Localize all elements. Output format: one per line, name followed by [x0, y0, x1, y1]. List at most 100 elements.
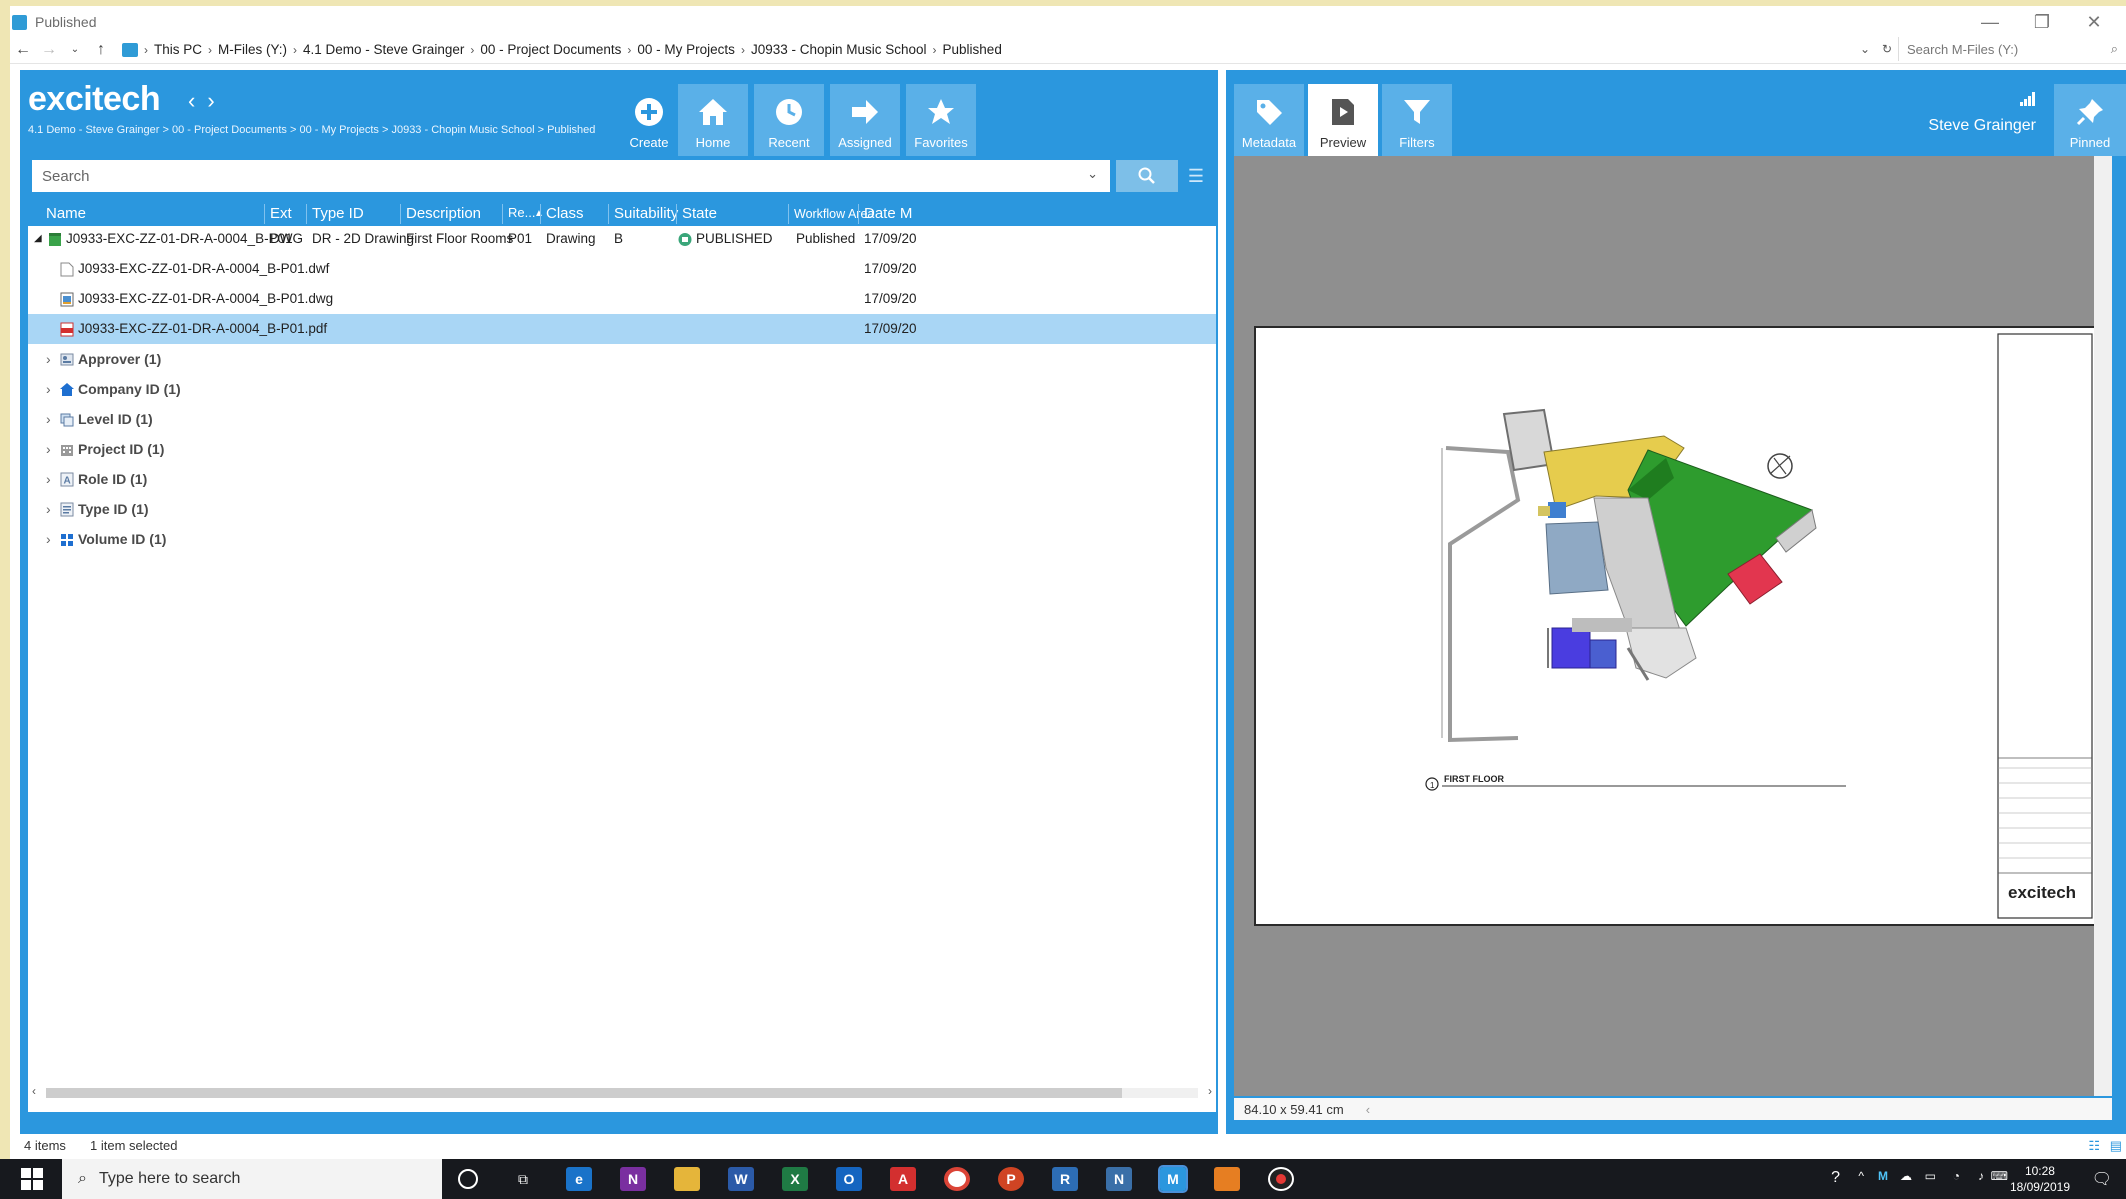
favorites-button[interactable]: Favorites — [906, 84, 976, 156]
breadcrumb[interactable]: › This PC › M-Files (Y:) › 4.1 Demo - St… — [118, 37, 1838, 63]
recent-locations-button[interactable]: ⌄ — [62, 37, 88, 63]
chrome-icon[interactable] — [944, 1167, 970, 1191]
forward-button[interactable]: → — [36, 37, 62, 63]
revit-icon[interactable]: R — [1052, 1167, 1078, 1191]
file-row-selected[interactable]: J0933-EXC-ZZ-01-DR-A-0004_B-P01.pdf 17/0… — [28, 314, 1216, 344]
mfiles-tray-icon[interactable]: M — [1878, 1169, 1888, 1183]
search-button[interactable] — [1116, 160, 1178, 192]
volume-icon[interactable]: ♪ — [1978, 1169, 1984, 1183]
column-date-modified[interactable]: Date M — [864, 205, 912, 222]
create-button[interactable]: Create — [614, 84, 684, 156]
expand-icon[interactable]: › — [46, 381, 51, 397]
edge-icon[interactable]: e — [566, 1167, 592, 1191]
address-dropdown-button[interactable]: ⌄ — [1854, 36, 1876, 62]
column-suitability[interactable]: Suitability — [614, 205, 678, 222]
back-button[interactable]: ← — [10, 37, 36, 63]
preview-tab[interactable]: Preview — [1308, 84, 1378, 156]
column-state[interactable]: State — [682, 205, 717, 222]
up-button[interactable]: ↑ — [88, 37, 114, 63]
breadcrumb-item[interactable]: This PC — [148, 42, 208, 57]
onenote-icon[interactable]: N — [620, 1167, 646, 1191]
file-explorer-icon[interactable] — [674, 1167, 700, 1191]
history-forward-icon[interactable]: › — [207, 88, 214, 114]
scroll-right-icon[interactable]: › — [1208, 1084, 1212, 1098]
preview-scroll-left-icon[interactable]: ‹ — [1366, 1102, 1370, 1117]
taskbar-search-input[interactable]: ⌕ Type here to search — [62, 1159, 442, 1199]
clock[interactable]: 10:28 18/09/2019 — [2010, 1163, 2070, 1195]
file-row[interactable]: J0933-EXC-ZZ-01-DR-A-0004_B-P01.dwf 17/0… — [28, 254, 1216, 284]
record-icon[interactable] — [1268, 1167, 1294, 1191]
group-project-id[interactable]: › Project ID (1) — [28, 434, 428, 464]
explorer-search-input[interactable]: Search M-Files (Y:) ⌕ — [1898, 37, 2126, 61]
cortana-icon[interactable] — [458, 1169, 478, 1189]
expand-icon[interactable]: › — [46, 351, 51, 367]
input-language-icon[interactable]: ⌨ — [1991, 1169, 2008, 1183]
column-name[interactable]: Name — [46, 205, 86, 222]
column-ext[interactable]: Ext — [270, 205, 292, 222]
large-icons-view-icon[interactable]: ▤ — [2110, 1138, 2122, 1154]
column-class[interactable]: Class — [546, 205, 584, 222]
preview-vertical-scrollbar[interactable] — [2094, 156, 2112, 1096]
action-center-icon[interactable]: 🗨 — [2092, 1169, 2112, 1189]
remote-desktop-icon[interactable] — [1214, 1167, 1240, 1191]
scroll-left-icon[interactable]: ‹ — [32, 1084, 36, 1098]
column-revision[interactable]: Re... — [508, 205, 535, 220]
expand-icon[interactable]: › — [46, 411, 51, 427]
group-level-id[interactable]: › Level ID (1) — [28, 404, 428, 434]
breadcrumb-item[interactable]: 4.1 Demo - Steve Grainger — [297, 42, 470, 57]
task-view-icon[interactable]: ⧉ — [510, 1167, 536, 1191]
history-back-icon[interactable]: ‹ — [188, 88, 195, 114]
group-type-id[interactable]: › Type ID (1) — [28, 494, 428, 524]
breadcrumb-item[interactable]: M-Files (Y:) — [212, 42, 293, 57]
close-button[interactable]: ✕ — [2068, 6, 2120, 38]
expand-icon[interactable]: › — [46, 471, 51, 487]
word-icon[interactable]: W — [728, 1167, 754, 1191]
listing-horizontal-scrollbar[interactable]: ‹ › — [28, 1084, 1216, 1100]
wifi-icon[interactable]: ◔ — [1953, 1169, 1960, 1183]
excel-icon[interactable]: X — [782, 1167, 808, 1191]
powerpoint-icon[interactable]: P — [998, 1167, 1024, 1191]
details-view-icon[interactable]: ☷ — [2088, 1138, 2100, 1154]
user-info[interactable]: Steve Grainger — [1928, 92, 2036, 135]
onedrive-icon[interactable]: ☁ — [1900, 1169, 1912, 1183]
pinned-button[interactable]: Pinned — [2054, 84, 2126, 156]
minimize-button[interactable]: — — [1964, 6, 2016, 38]
vault-search-input[interactable]: Search ⌄ — [32, 160, 1110, 192]
breadcrumb-item[interactable]: Published — [937, 42, 1008, 57]
breadcrumb-item[interactable]: 00 - Project Documents — [474, 42, 627, 57]
group-company-id[interactable]: › Company ID (1) — [28, 374, 428, 404]
acrobat-icon[interactable]: A — [890, 1167, 916, 1191]
outlook-icon[interactable]: O — [836, 1167, 862, 1191]
group-approver[interactable]: › Approver (1) — [28, 344, 428, 374]
metadata-tab[interactable]: Metadata — [1234, 84, 1304, 156]
refresh-icon[interactable]: ↻ — [1876, 36, 1898, 62]
battery-icon[interactable]: ▭ — [1925, 1169, 1936, 1183]
breadcrumb-item[interactable]: J0933 - Chopin Music School — [745, 42, 933, 57]
group-role-id[interactable]: › A Role ID (1) — [28, 464, 428, 494]
pane-splitter[interactable] — [1218, 70, 1226, 1140]
recent-button[interactable]: Recent — [754, 84, 824, 156]
column-description[interactable]: Description — [406, 205, 481, 222]
show-hidden-icons[interactable]: ^ — [1858, 1169, 1864, 1183]
expand-icon[interactable]: › — [46, 441, 51, 457]
document-row[interactable]: ◢ J0933-EXC-ZZ-01-DR-A-0004_B-P01 DWG DR… — [28, 224, 1216, 254]
home-button[interactable]: Home — [678, 84, 748, 156]
column-workflow-area[interactable]: Workflow Area — [794, 207, 874, 221]
column-type-id[interactable]: Type ID — [312, 205, 364, 222]
search-options-icon[interactable]: ☰ — [1182, 162, 1210, 190]
scrollbar-thumb[interactable] — [46, 1088, 1122, 1098]
collapse-icon[interactable]: ◢ — [34, 233, 42, 244]
expand-icon[interactable]: › — [46, 501, 51, 517]
search-dropdown-icon[interactable]: ⌄ — [1087, 166, 1098, 182]
breadcrumb-item[interactable]: 00 - My Projects — [631, 42, 741, 57]
mfiles-icon[interactable]: M — [1158, 1165, 1188, 1193]
navisworks-icon[interactable]: N — [1106, 1167, 1132, 1191]
file-row[interactable]: J0933-EXC-ZZ-01-DR-A-0004_B-P01.dwg 17/0… — [28, 284, 1216, 314]
restore-button[interactable]: ❐ — [2016, 6, 2068, 38]
filters-tab[interactable]: Filters — [1382, 84, 1452, 156]
windows-start-icon[interactable] — [20, 1167, 44, 1191]
expand-icon[interactable]: › — [46, 531, 51, 547]
group-volume-id[interactable]: › Volume ID (1) — [28, 524, 428, 554]
help-icon[interactable]: ? — [1831, 1169, 1840, 1187]
assigned-button[interactable]: Assigned — [830, 84, 900, 156]
